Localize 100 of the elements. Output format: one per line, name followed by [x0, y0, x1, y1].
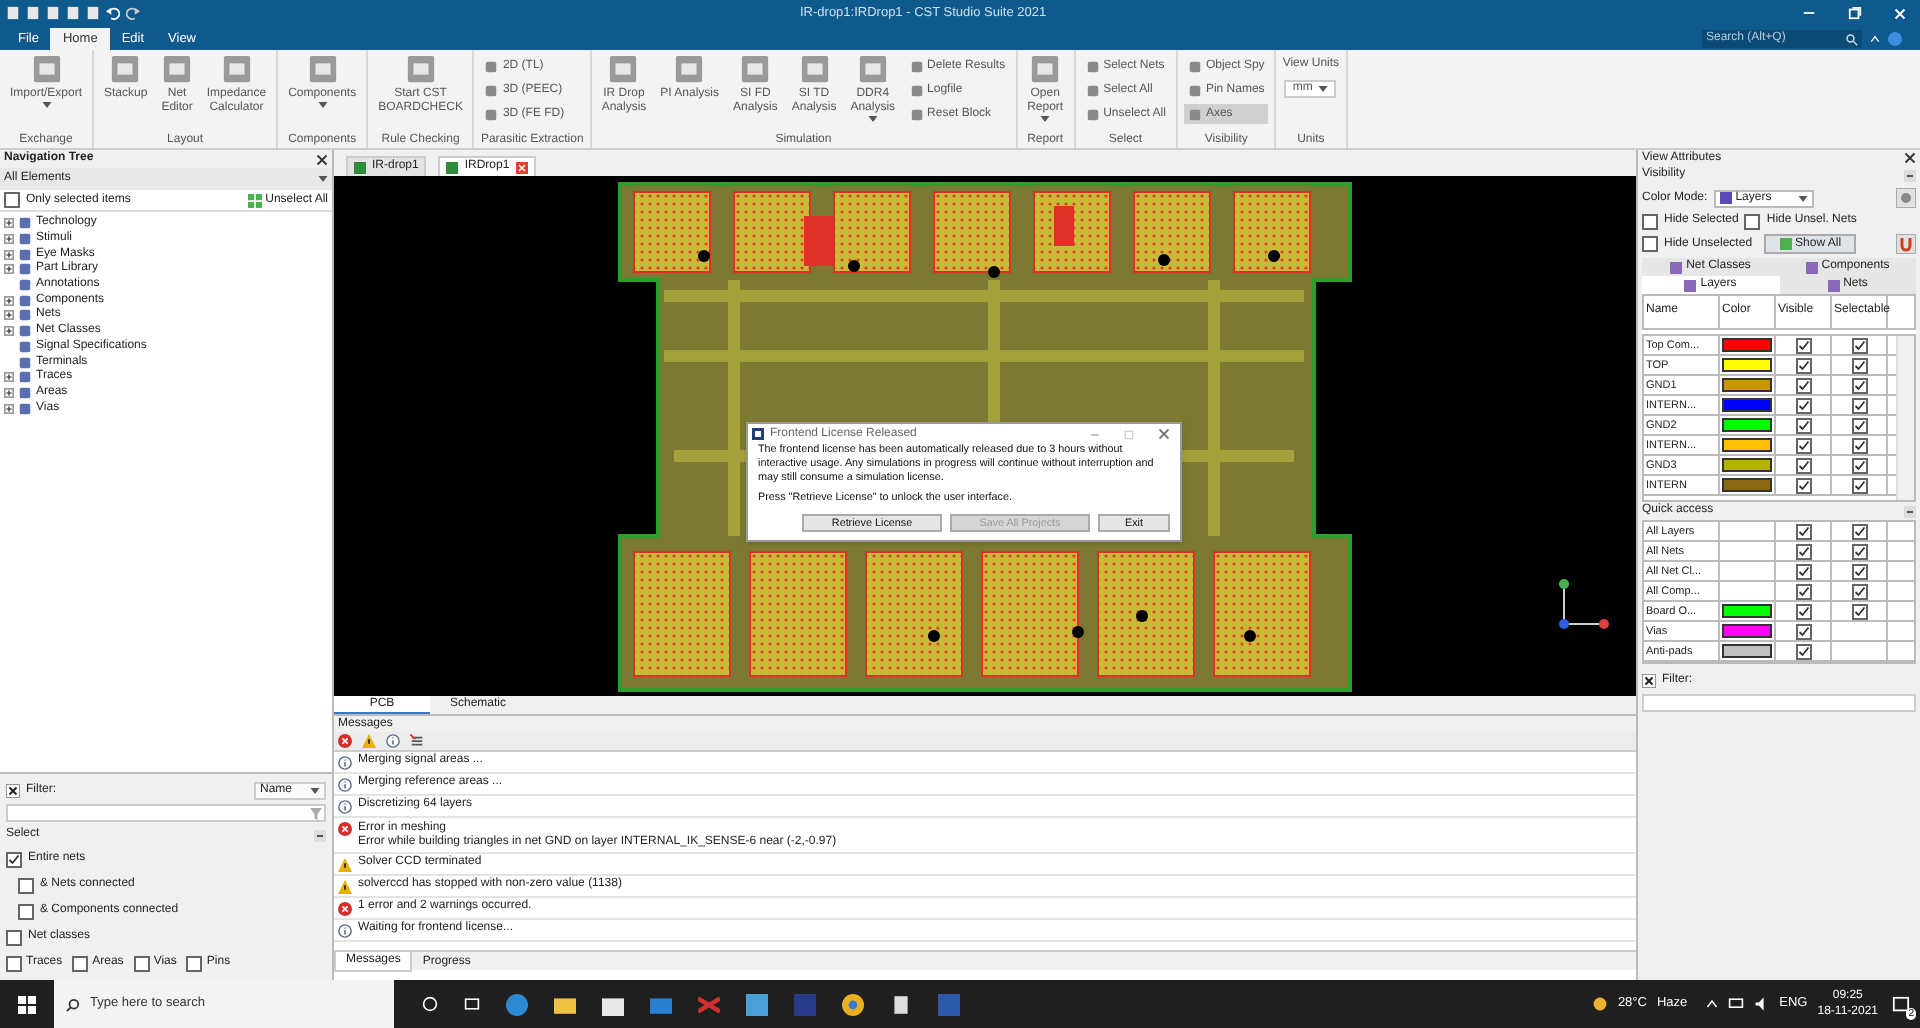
collapse-icon[interactable] [314, 829, 326, 841]
checkbox[interactable] [6, 851, 22, 867]
expand-icon[interactable] [4, 218, 14, 229]
checkbox[interactable] [18, 877, 34, 893]
checkbox[interactable] [1795, 397, 1811, 413]
circle-icon[interactable] [422, 996, 438, 1012]
checkbox[interactable] [1851, 583, 1867, 599]
document-icon [446, 161, 459, 173]
checkbox[interactable] [1851, 417, 1867, 433]
restore-icon[interactable] [1848, 6, 1862, 20]
checkbox[interactable] [72, 955, 89, 971]
checkbox[interactable] [1795, 417, 1811, 433]
scrollbar[interactable] [1896, 336, 1914, 500]
checkbox[interactable] [4, 192, 20, 208]
collapse-icon[interactable] [1904, 505, 1916, 517]
checkbox[interactable] [1795, 457, 1811, 473]
checkbox[interactable] [1851, 563, 1867, 579]
caret-icon [1797, 195, 1808, 201]
checkbox[interactable] [1851, 337, 1867, 353]
expand-icon[interactable] [4, 249, 14, 260]
checkbox[interactable] [1642, 213, 1658, 229]
sun-icon [1591, 996, 1608, 1012]
document-icon [354, 161, 366, 173]
checkbox[interactable] [18, 903, 34, 919]
collapse-icon[interactable] [1904, 169, 1916, 181]
color-swatch[interactable] [1722, 438, 1772, 452]
color-swatch[interactable] [1722, 418, 1772, 432]
expand-icon[interactable] [4, 372, 14, 383]
checkbox[interactable] [1795, 543, 1811, 559]
clear-list-icon[interactable] [410, 734, 424, 748]
filter-input[interactable] [1642, 694, 1916, 712]
color-swatch[interactable] [1722, 624, 1772, 638]
checkbox[interactable] [1795, 523, 1811, 539]
checkbox[interactable] [133, 955, 150, 971]
info-icon [386, 734, 400, 748]
caret-icon [1318, 86, 1329, 92]
color-swatch[interactable] [1722, 378, 1772, 392]
checkbox[interactable] [1851, 437, 1867, 453]
error-icon [338, 734, 352, 748]
checkbox[interactable] [1851, 457, 1867, 473]
checkbox[interactable] [1795, 357, 1811, 373]
funnel-icon [310, 807, 322, 819]
checkbox[interactable] [1795, 583, 1811, 599]
checkbox[interactable] [1642, 236, 1658, 252]
expand-icon[interactable] [4, 310, 14, 321]
checkbox[interactable] [1795, 603, 1811, 619]
color-swatch[interactable] [1722, 604, 1772, 618]
clear-filter-icon[interactable] [1642, 674, 1656, 688]
close-icon[interactable] [316, 153, 328, 165]
checkbox[interactable] [1851, 377, 1867, 393]
checkbox[interactable] [1851, 543, 1867, 559]
expand-icon[interactable] [4, 264, 14, 275]
color-swatch[interactable] [1722, 644, 1772, 658]
clear-filter-icon[interactable] [6, 783, 20, 797]
color-swatch[interactable] [1722, 478, 1772, 492]
redo-icon[interactable] [126, 6, 140, 20]
color-swatch[interactable] [1722, 358, 1772, 372]
expand-icon[interactable] [4, 234, 14, 245]
chevron-up-icon[interactable] [1705, 998, 1718, 1010]
expand-icon[interactable] [4, 387, 14, 398]
checkbox[interactable] [1795, 563, 1811, 579]
filter-input[interactable] [6, 804, 326, 822]
minimize-icon[interactable] [1802, 6, 1816, 20]
expand-icon[interactable] [4, 295, 14, 306]
caret-icon [318, 176, 328, 182]
color-swatch[interactable] [1722, 338, 1772, 352]
checkbox[interactable] [1795, 337, 1811, 353]
checkbox[interactable] [6, 929, 22, 945]
expand-icon[interactable] [4, 403, 14, 414]
close-icon[interactable] [1904, 152, 1916, 164]
task-view-icon[interactable] [464, 996, 480, 1012]
axes-icon [1554, 574, 1614, 634]
checkbox[interactable] [1851, 397, 1867, 413]
checkbox[interactable] [1795, 623, 1811, 639]
checkbox[interactable] [1851, 523, 1867, 539]
checkbox[interactable] [1851, 357, 1867, 373]
checkbox[interactable] [1795, 477, 1811, 493]
speaker-icon[interactable] [1753, 996, 1770, 1012]
magnet-icon[interactable] [1896, 234, 1916, 254]
checkbox[interactable] [1851, 603, 1867, 619]
color-swatch[interactable] [1722, 458, 1772, 472]
document-icon[interactable] [890, 993, 912, 1015]
color-swatch[interactable] [1722, 398, 1772, 412]
expand-icon[interactable] [4, 326, 14, 337]
checkbox[interactable] [1795, 643, 1811, 659]
checkbox[interactable] [1851, 477, 1867, 493]
checkbox[interactable] [1744, 213, 1761, 229]
settings-icon[interactable] [1896, 188, 1916, 208]
checkbox[interactable] [1795, 437, 1811, 453]
checkbox[interactable] [1795, 377, 1811, 393]
undo-icon[interactable] [106, 6, 120, 20]
checkbox[interactable] [6, 955, 22, 971]
windows-start-icon[interactable] [18, 995, 36, 1013]
caret-icon [867, 116, 878, 122]
grid-icon [247, 193, 262, 207]
warning-icon [362, 734, 376, 748]
notification-icon[interactable] [1891, 995, 1909, 1013]
checkbox[interactable] [186, 955, 203, 971]
caret-icon [41, 102, 51, 108]
chevron-up-icon[interactable] [1870, 34, 1880, 44]
